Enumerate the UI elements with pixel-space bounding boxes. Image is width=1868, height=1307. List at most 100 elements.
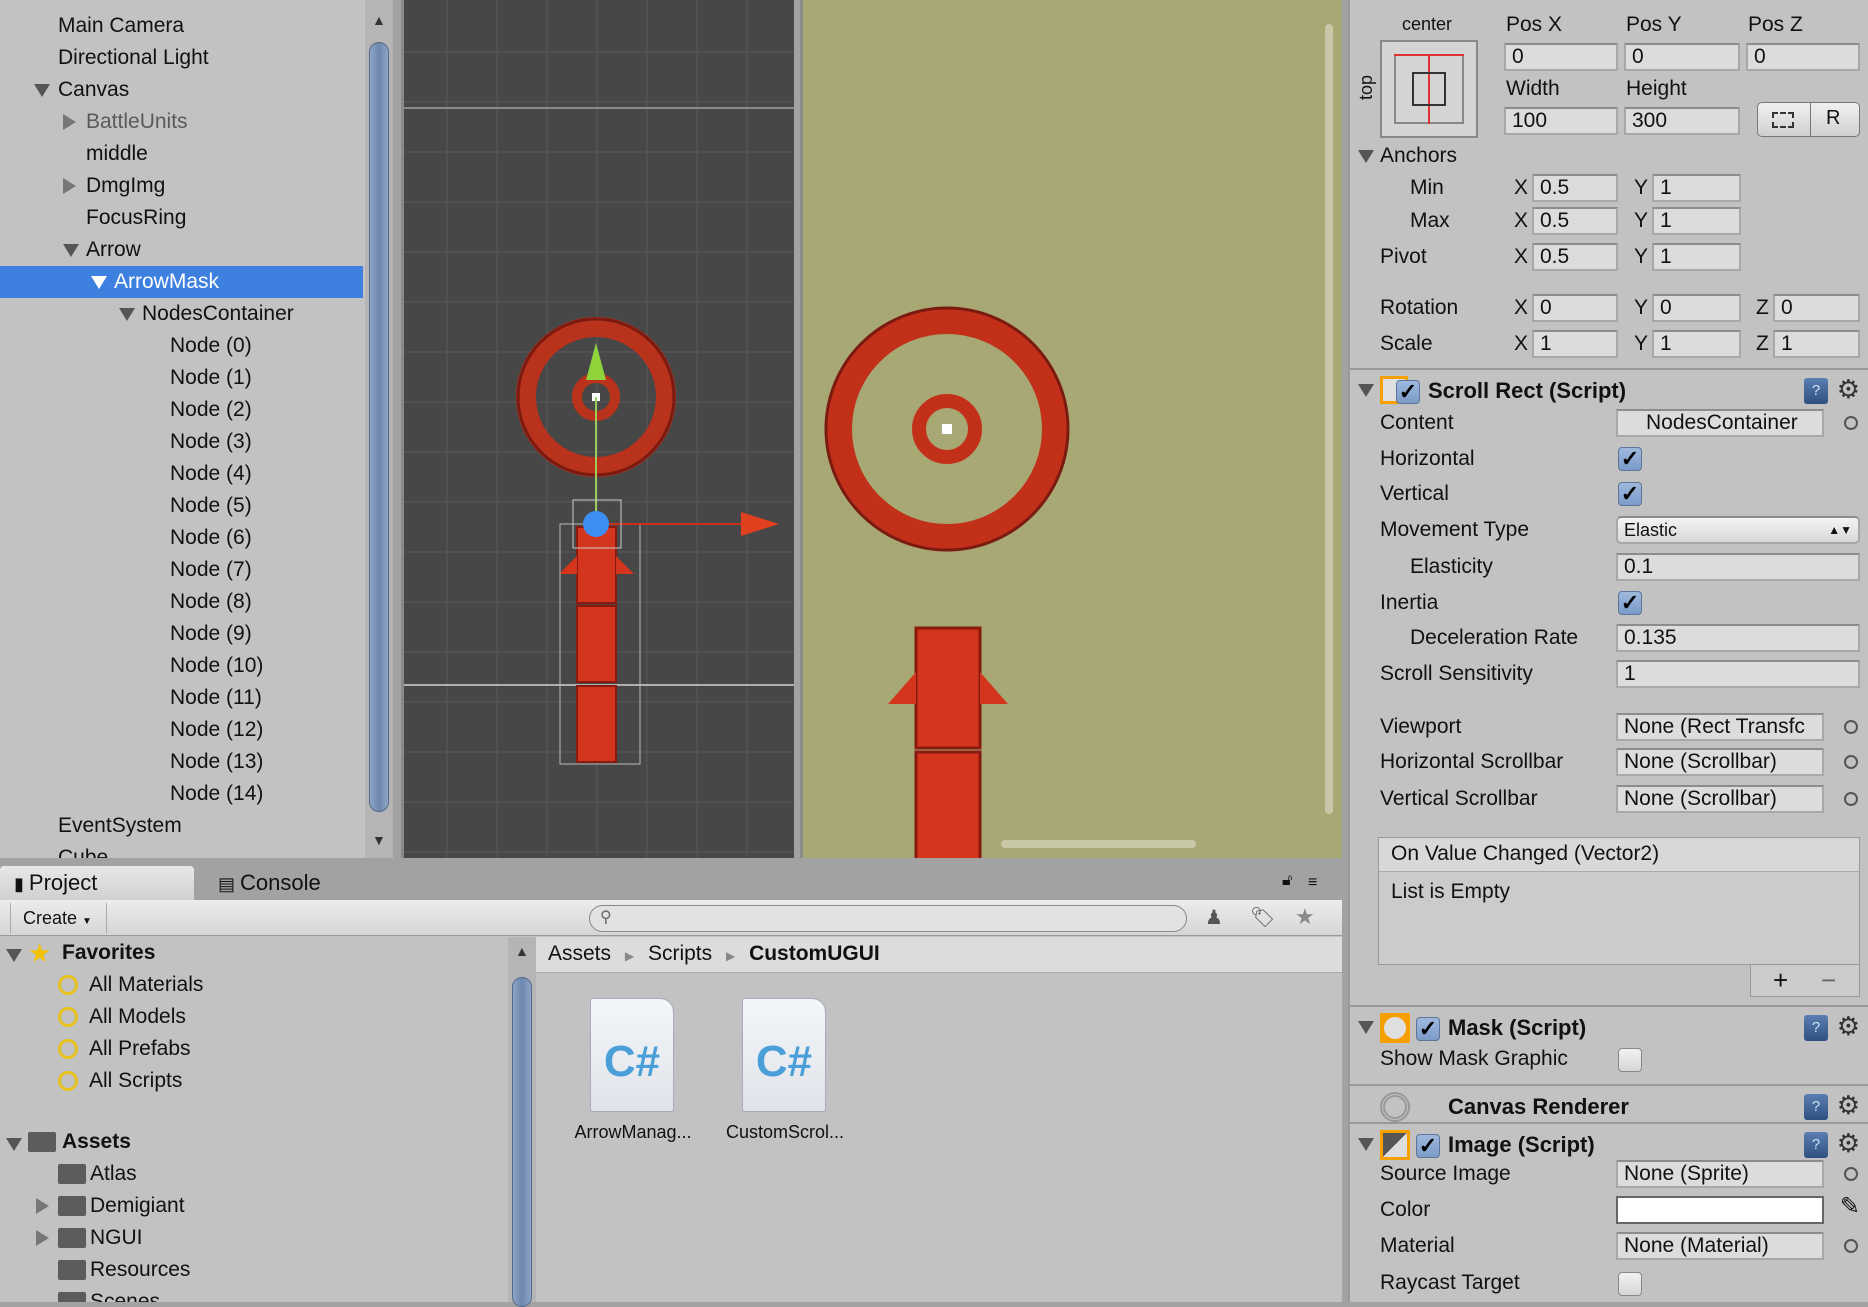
expand-arrow-icon[interactable] xyxy=(36,1198,49,1214)
hierarchy-item[interactable]: middle xyxy=(0,138,363,170)
favorite-item[interactable]: All Models xyxy=(89,1001,186,1033)
hierarchy-item[interactable]: Node (10) xyxy=(0,650,363,682)
scroll-up-icon[interactable]: ▲ xyxy=(515,943,529,959)
help-icon[interactable]: ? xyxy=(1804,1094,1828,1120)
collapse-arrow-icon[interactable] xyxy=(34,84,50,97)
hierarchy-item[interactable]: EventSystem xyxy=(0,810,363,842)
canvas-renderer-header[interactable]: Canvas Renderer ? ⚙ xyxy=(1350,1084,1868,1126)
vertical-scrollbar-field[interactable]: None (Scrollbar) xyxy=(1616,785,1824,813)
scale-z-field[interactable]: 1 xyxy=(1773,330,1860,358)
gear-icon[interactable]: ⚙ xyxy=(1837,1011,1860,1042)
hierarchy-item[interactable]: DmgImg xyxy=(0,170,363,202)
object-picker-icon[interactable] xyxy=(1844,416,1858,430)
width-field[interactable]: 100 xyxy=(1504,107,1618,135)
hierarchy-item[interactable]: Node (6) xyxy=(0,522,363,554)
expand-arrow-icon[interactable] xyxy=(63,178,76,194)
raw-edit-button[interactable]: R xyxy=(1826,107,1840,130)
breadcrumb-item[interactable]: Scripts xyxy=(648,942,712,965)
content-field[interactable]: NodesContainer xyxy=(1616,409,1824,437)
color-field[interactable] xyxy=(1616,1196,1824,1224)
tab-console[interactable]: ▤ Console xyxy=(216,866,321,900)
scrollbar-thumb[interactable] xyxy=(369,42,389,812)
scroll-up-icon[interactable]: ▲ xyxy=(372,12,386,28)
gear-icon[interactable]: ⚙ xyxy=(1837,374,1860,405)
scale-x-field[interactable]: 1 xyxy=(1532,330,1618,358)
expand-arrow-icon[interactable] xyxy=(36,1230,49,1246)
pos-x-field[interactable]: 0 xyxy=(1504,43,1618,71)
mask-header[interactable]: ✓ Mask (Script) ? ⚙ xyxy=(1350,1005,1868,1047)
panel-menu-icon[interactable]: ≡ xyxy=(1308,874,1317,892)
hierarchy-item[interactable]: NodesContainer xyxy=(0,298,363,330)
rot-z-field[interactable]: 0 xyxy=(1773,294,1860,322)
favorites-label[interactable]: Favorites xyxy=(62,937,155,969)
asset-file[interactable]: C# CustomScrol... xyxy=(712,998,858,1148)
hierarchy-scrollbar[interactable]: ▲ ▼ xyxy=(365,0,393,858)
show-mask-graphic-checkbox[interactable] xyxy=(1618,1048,1642,1072)
hierarchy-item[interactable]: FocusRing xyxy=(0,202,363,234)
game-view[interactable] xyxy=(800,0,1342,858)
viewport-field[interactable]: None (Rect Transfc xyxy=(1616,713,1824,741)
rot-x-field[interactable]: 0 xyxy=(1532,294,1618,322)
project-tree-scrollbar[interactable]: ▲ xyxy=(508,937,536,1307)
vertical-checkbox[interactable]: ✓ xyxy=(1618,482,1642,506)
favorite-star-icon[interactable]: ★ xyxy=(1295,904,1315,930)
favorite-item[interactable]: All Scripts xyxy=(89,1065,182,1097)
hierarchy-item[interactable]: Main Camera xyxy=(0,10,363,42)
raycast-target-checkbox[interactable] xyxy=(1618,1272,1642,1296)
pos-y-field[interactable]: 0 xyxy=(1624,43,1740,71)
hierarchy-item[interactable]: Node (2) xyxy=(0,394,363,426)
create-dropdown[interactable]: Create ▼ xyxy=(10,903,107,933)
tab-project[interactable]: ▮ Project xyxy=(0,866,194,900)
breadcrumb-current[interactable]: CustomUGUI xyxy=(749,942,880,965)
help-icon[interactable]: ? xyxy=(1804,1015,1828,1041)
folder-item[interactable]: Atlas xyxy=(90,1158,137,1190)
hierarchy-item[interactable]: Arrow xyxy=(0,234,363,266)
horizontal-scrollbar-field[interactable]: None (Scrollbar) xyxy=(1616,748,1824,776)
pivot-x-field[interactable]: 0.5 xyxy=(1532,243,1618,271)
game-canvas[interactable] xyxy=(803,0,1342,858)
foldout-icon[interactable] xyxy=(1358,1138,1374,1151)
hierarchy-item[interactable]: Node (3) xyxy=(0,426,363,458)
scene-canvas[interactable] xyxy=(404,0,794,858)
material-field[interactable]: None (Material) xyxy=(1616,1232,1824,1260)
max-x-field[interactable]: 0.5 xyxy=(1532,207,1618,235)
hierarchy-item[interactable]: ArrowMask xyxy=(0,266,363,298)
pos-z-field[interactable]: 0 xyxy=(1746,43,1860,71)
assets-foldout-icon[interactable] xyxy=(6,1138,22,1151)
object-picker-icon[interactable] xyxy=(1844,1167,1858,1181)
elasticity-field[interactable]: 0.1 xyxy=(1616,553,1860,581)
folder-item[interactable]: Scenes xyxy=(90,1286,160,1302)
lock-icon[interactable]: 🔓︎ xyxy=(1282,872,1292,890)
favorites-foldout-icon[interactable] xyxy=(6,949,22,962)
hierarchy-item[interactable]: Directional Light xyxy=(0,42,363,74)
folder-item[interactable]: Resources xyxy=(90,1254,190,1286)
asset-file[interactable]: C# ArrowManag... xyxy=(560,998,706,1148)
hierarchy-item[interactable]: Node (9) xyxy=(0,618,363,650)
object-picker-icon[interactable] xyxy=(1844,720,1858,734)
filter-by-type-icon[interactable]: ♟ xyxy=(1205,905,1223,930)
expand-arrow-icon[interactable] xyxy=(63,114,76,130)
scale-y-field[interactable]: 1 xyxy=(1652,330,1741,358)
eyedropper-icon[interactable]: ✎ xyxy=(1840,1192,1860,1221)
movement-type-dropdown[interactable]: Elastic ▲▼ xyxy=(1616,516,1860,544)
assets-label[interactable]: Assets xyxy=(62,1126,131,1158)
add-event-button[interactable]: + xyxy=(1773,965,1788,996)
pivot-y-field[interactable]: 1 xyxy=(1652,243,1741,271)
collapse-arrow-icon[interactable] xyxy=(91,276,107,289)
image-enabled-checkbox[interactable]: ✓ xyxy=(1416,1134,1440,1158)
gear-icon[interactable]: ⚙ xyxy=(1837,1128,1860,1159)
hierarchy-item[interactable]: Node (13) xyxy=(0,746,363,778)
source-image-field[interactable]: None (Sprite) xyxy=(1616,1160,1824,1188)
gear-icon[interactable]: ⚙ xyxy=(1837,1090,1860,1121)
image-header[interactable]: ✓ Image (Script) ? ⚙ xyxy=(1350,1122,1868,1164)
hierarchy-item[interactable]: Node (12) xyxy=(0,714,363,746)
height-field[interactable]: 300 xyxy=(1624,107,1740,135)
hierarchy-item[interactable]: Node (14) xyxy=(0,778,363,810)
hierarchy-item[interactable]: BattleUnits xyxy=(0,106,363,138)
anchors-foldout-icon[interactable] xyxy=(1358,150,1374,163)
hierarchy-item[interactable]: Cube xyxy=(0,842,363,858)
anchor-presets-button[interactable] xyxy=(1380,40,1478,138)
breadcrumb-item[interactable]: Assets xyxy=(548,942,611,965)
mask-enabled-checkbox[interactable]: ✓ xyxy=(1416,1017,1440,1041)
min-x-field[interactable]: 0.5 xyxy=(1532,174,1618,202)
